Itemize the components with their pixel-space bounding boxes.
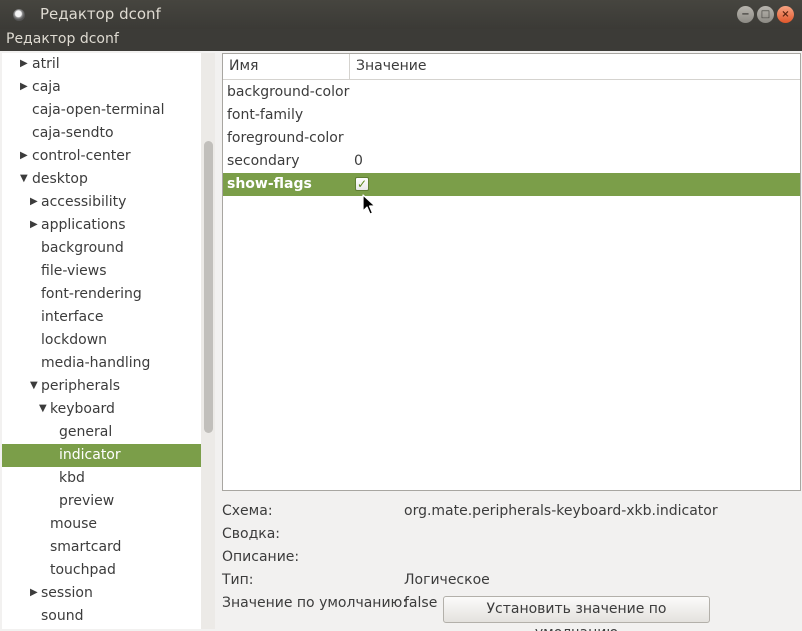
app-icon [13,9,25,21]
expander-collapsed-icon[interactable]: ▶ [30,582,40,604]
tree-item-label: applications [41,217,126,233]
expander-collapsed-icon[interactable]: ▶ [30,191,40,213]
key-row-font-family[interactable]: font-family [223,104,800,127]
tree-item-label: caja-open-terminal [32,102,165,118]
key-name: show-flags [227,176,312,192]
expander-collapsed-icon[interactable]: ▶ [20,76,30,98]
column-header-value[interactable]: Значение [356,58,426,74]
summary-label: Сводка: [222,526,281,542]
schema-label: Схема: [222,503,273,519]
value-checkbox[interactable]: ✓ [355,177,369,191]
key-row-background-color[interactable]: background-color [223,81,800,104]
type-label: Тип: [222,572,254,588]
tree-item-media-handling[interactable]: media-handling [2,352,201,375]
tree-scrollbar-thumb[interactable] [204,141,213,433]
tree-item-caja-sendto[interactable]: caja-sendto [2,122,201,145]
tree-item-kbd[interactable]: kbd [2,467,201,490]
type-value: Логическое [404,572,490,588]
expander-collapsed-icon[interactable]: ▶ [20,53,30,75]
expander-expanded-icon[interactable]: ▼ [30,375,40,397]
expander-expanded-icon[interactable]: ▼ [20,168,30,190]
window-titlebar[interactable]: Редактор dconf − □ × [0,0,802,29]
tree-item-mouse[interactable]: mouse [2,513,201,536]
minimize-icon[interactable]: − [737,6,754,23]
tree-item-label: accessibility [41,194,127,210]
tree-scrollbar[interactable] [201,53,215,629]
expander-collapsed-icon[interactable]: ▶ [30,214,40,236]
tree-item-label: peripherals [41,378,121,394]
tree-item-label: font-rendering [41,286,142,302]
key-row-foreground-color[interactable]: foreground-color [223,127,800,150]
schema-value: org.mate.peripherals-keyboard-xkb.indica… [404,503,718,519]
tree-item-general[interactable]: general [2,421,201,444]
tree-item-preview[interactable]: preview [2,490,201,513]
tree-item-file-views[interactable]: file-views [2,260,201,283]
tree-item-session[interactable]: ▶ session [2,582,201,605]
tree-item-atril[interactable]: ▶ atril [2,53,201,76]
column-header-name[interactable]: Имя [229,58,258,74]
tree-item-indicator[interactable]: indicator [2,444,201,467]
key-row-show-flags[interactable]: show-flags ✓ [223,173,800,196]
tree-item-label: sound [41,608,84,624]
tree-item-lockdown[interactable]: lockdown [2,329,201,352]
default-label: Значение по умолчанию: [222,595,408,611]
tree-item-control-center[interactable]: ▶ control-center [2,145,201,168]
key-name: font-family [227,107,304,123]
default-value: false [404,595,438,611]
tree-item-caja[interactable]: ▶ caja [2,76,201,99]
keys-list[interactable]: Имя Значение background-color font-family… [222,53,801,491]
tree-item-interface[interactable]: interface [2,306,201,329]
description-label: Описание: [222,549,300,565]
menubar: Редактор dconf [0,29,802,51]
tree-item-label: caja-sendto [32,125,114,141]
tree-item-label: caja [32,79,61,95]
key-name: secondary [227,153,300,169]
mouse-pointer-icon [362,194,376,215]
tree-item-label: keyboard [50,401,115,417]
reset-default-button[interactable]: Установить значение по умолчанию [443,596,710,631]
tree-item-label: file-views [41,263,107,279]
close-icon[interactable]: × [777,6,794,23]
app-menu[interactable]: Редактор dconf [6,31,119,47]
tree-item-label: mouse [50,516,97,532]
tree-item-label: media-handling [41,355,151,371]
expander-collapsed-icon[interactable]: ▶ [20,145,30,167]
tree-item-label: lockdown [41,332,108,348]
tree-item-background[interactable]: background [2,237,201,260]
key-name: background-color [227,84,350,100]
tree-item-label: background [41,240,124,256]
column-divider [349,54,350,80]
tree-item-font-rendering[interactable]: font-rendering [2,283,201,306]
tree-item-label: interface [41,309,104,325]
tree-item-label: kbd [59,470,85,486]
tree-item-label: desktop [32,171,88,187]
maximize-icon[interactable]: □ [757,6,774,23]
tree-item-accessibility[interactable]: ▶ accessibility [2,191,201,214]
tree-item-label: session [41,585,93,601]
tree-item-label: smartcard [50,539,122,555]
tree-item-label: general [59,424,113,440]
tree-item-label: indicator [59,447,121,463]
key-details: Схема: org.mate.peripherals-keyboard-xkb… [222,497,801,631]
key-name: foreground-color [227,130,344,146]
tree-item-label: touchpad [50,562,116,578]
tree-item-desktop[interactable]: ▼ desktop [2,168,201,191]
tree-item-sound[interactable]: sound [2,605,201,628]
window-controls: − □ × [737,6,794,23]
tree-item-label: preview [59,493,115,509]
tree-item-label: atril [32,56,60,72]
keys-list-header: Имя Значение [223,54,800,80]
tree-item-smartcard[interactable]: smartcard [2,536,201,559]
expander-expanded-icon[interactable]: ▼ [39,398,49,420]
tree-item-touchpad[interactable]: touchpad [2,559,201,582]
key-row-secondary[interactable]: secondary 0 [223,150,800,173]
tree-item-peripherals[interactable]: ▼ peripherals [2,375,201,398]
tree-item-applications[interactable]: ▶ applications [2,214,201,237]
window-title: Редактор dconf [40,5,161,23]
tree-item-keyboard[interactable]: ▼ keyboard [2,398,201,421]
tree-item-caja-open-terminal[interactable]: caja-open-terminal [2,99,201,122]
schema-tree[interactable]: ▶ atril ▶ caja caja-open-terminal caja-sendto… [2,53,201,629]
tree-item-label: control-center [32,148,131,164]
key-value[interactable]: 0 [354,150,363,172]
